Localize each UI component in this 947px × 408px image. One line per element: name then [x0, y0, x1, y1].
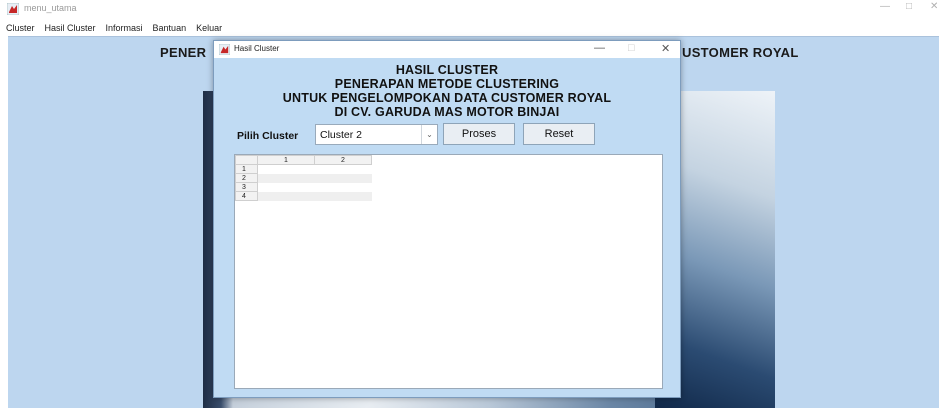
main-heading-left: PENER: [160, 45, 207, 60]
dialog-heading-line-3: UNTUK PENGELOMPOKAN DATA CUSTOMER ROYAL: [282, 91, 612, 105]
table-cell[interactable]: [314, 191, 372, 201]
menubar: Cluster Hasil Cluster Informasi Bantuan …: [0, 20, 947, 36]
maximize-icon[interactable]: □: [906, 1, 912, 12]
table-cell[interactable]: [258, 165, 315, 174]
proses-button[interactable]: Proses: [443, 123, 515, 145]
pilih-cluster-label: Pilih Cluster: [237, 130, 299, 142]
matlab-app-icon: [7, 3, 19, 15]
table-row-header[interactable]: 1: [235, 164, 258, 174]
menu-informasi[interactable]: Informasi: [106, 23, 143, 33]
minimize-icon[interactable]: —: [880, 1, 890, 12]
menu-cluster[interactable]: Cluster: [6, 23, 35, 33]
table-cell[interactable]: [257, 191, 315, 201]
dialog-minimize-icon[interactable]: —: [594, 42, 605, 54]
table-column-header[interactable]: 1: [257, 155, 315, 165]
main-heading-right: USTOMER ROYAL: [682, 45, 799, 60]
main-titlebar[interactable]: menu_utama — □ ✕: [0, 0, 947, 18]
dialog-close-icon[interactable]: ✕: [661, 42, 670, 55]
table-cell[interactable]: [257, 173, 315, 183]
menu-bantuan[interactable]: Bantuan: [153, 23, 187, 33]
dialog-maximize-icon[interactable]: □: [628, 42, 635, 54]
dialog-heading-line-2: PENERAPAN METODE CLUSTERING: [334, 77, 560, 91]
result-table-grid: 1 2 1 2 3 4: [235, 155, 372, 201]
hasil-cluster-dialog: Hasil Cluster — □ ✕ HASIL CLUSTER PENERA…: [213, 40, 681, 398]
dialog-heading-line-1: HASIL CLUSTER: [395, 63, 499, 77]
result-table[interactable]: 1 2 1 2 3 4: [234, 154, 663, 389]
table-corner: [235, 155, 258, 165]
table-cell[interactable]: [314, 173, 372, 183]
table-cell[interactable]: [315, 165, 372, 174]
table-row-header[interactable]: 4: [235, 191, 258, 201]
table-row-header[interactable]: 2: [235, 173, 258, 183]
table-cell[interactable]: [258, 183, 315, 192]
menu-hasil-cluster[interactable]: Hasil Cluster: [45, 23, 96, 33]
cluster-select[interactable]: Cluster 2 ⌄: [315, 124, 438, 145]
close-icon[interactable]: ✕: [930, 1, 938, 12]
table-column-header[interactable]: 2: [314, 155, 372, 165]
main-window-title: menu_utama: [24, 3, 77, 13]
matlab-app-icon: [219, 44, 230, 55]
dialog-title: Hasil Cluster: [234, 44, 280, 53]
chevron-down-icon[interactable]: ⌄: [421, 125, 437, 144]
menu-keluar[interactable]: Keluar: [196, 23, 222, 33]
cluster-select-value: Cluster 2: [320, 129, 363, 141]
dialog-heading-line-4: DI CV. GARUDA MAS MOTOR BINJAI: [334, 105, 560, 119]
table-row-header[interactable]: 3: [235, 182, 258, 192]
reset-button[interactable]: Reset: [523, 123, 595, 145]
table-cell[interactable]: [315, 183, 372, 192]
dialog-titlebar[interactable]: Hasil Cluster — □ ✕: [214, 41, 680, 58]
